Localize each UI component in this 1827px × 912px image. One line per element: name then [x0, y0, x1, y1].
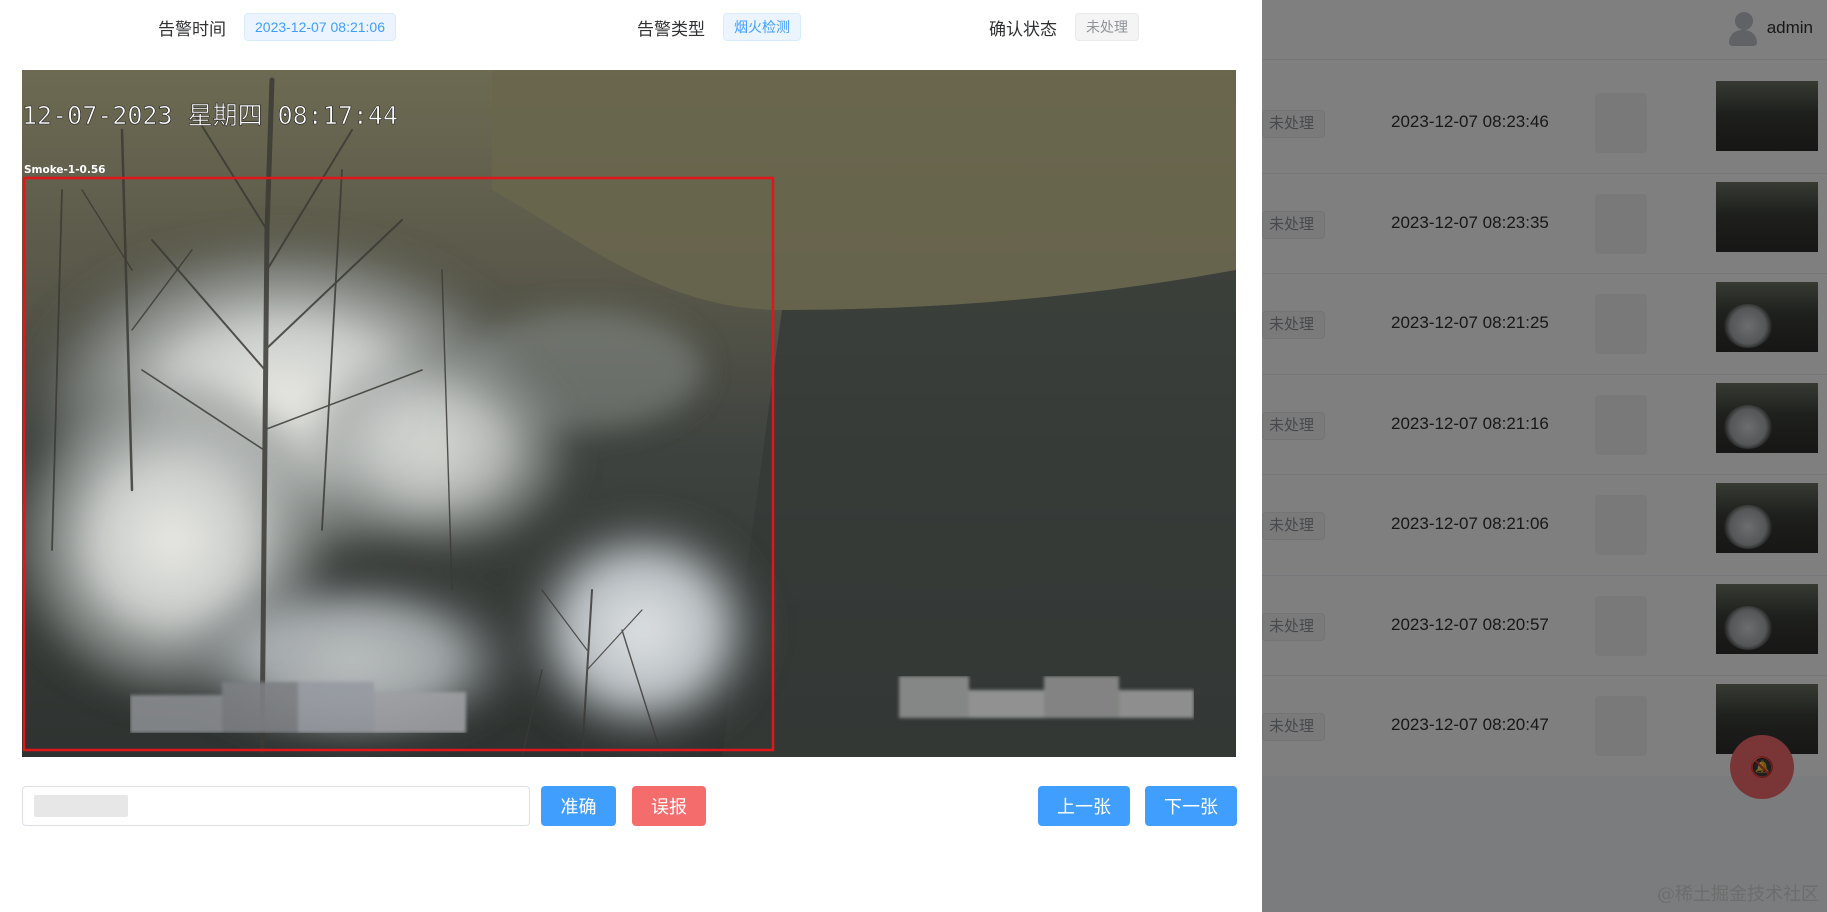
accurate-button[interactable]: 准确	[541, 786, 616, 826]
confirm-status-label: 确认状态	[989, 19, 1057, 39]
alarm-time-tag: 2023-12-07 08:21:06	[244, 13, 396, 41]
alarm-snapshot: 12-07-2023 星期四 08:17:44 Smoke-1-0.56	[22, 70, 1236, 757]
alarm-type-field: 告警类型 烟火检测	[637, 12, 801, 42]
alarm-time-field: 告警时间 2023-12-07 08:21:06	[158, 12, 396, 42]
false-alarm-button[interactable]: 误报	[632, 786, 706, 826]
confirm-status-field: 确认状态 未处理	[989, 12, 1139, 42]
prev-image-button[interactable]: 上一张	[1038, 786, 1130, 826]
redacted-input-text	[34, 795, 128, 817]
detection-label: Smoke-1-0.56	[24, 164, 105, 176]
snapshot-timestamp: 12-07-2023 星期四 08:17:44	[22, 101, 398, 130]
alarm-info-row: 告警时间 2023-12-07 08:21:06 告警类型 烟火检测 确认状态 …	[0, 12, 1262, 42]
alarm-time-label: 告警时间	[158, 19, 226, 39]
watermark: @稀土掘金技术社区	[1657, 884, 1819, 905]
alarm-type-label: 告警类型	[637, 19, 705, 39]
next-image-button[interactable]: 下一张	[1145, 786, 1237, 826]
confirm-status-tag: 未处理	[1075, 13, 1139, 41]
alarm-type-tag: 烟火检测	[723, 13, 801, 41]
alarm-detail-drawer: 告警时间 2023-12-07 08:21:06 告警类型 烟火检测 确认状态 …	[0, 0, 1262, 912]
